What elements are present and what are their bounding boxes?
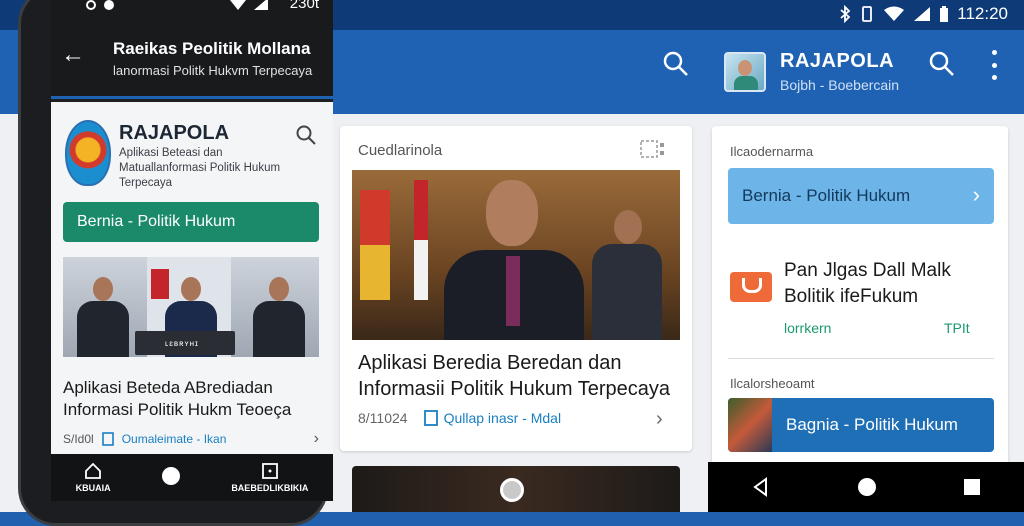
news-meta: S/Id0l Oumaleimate - Ikan ›	[63, 430, 319, 448]
bluetooth-icon	[840, 5, 851, 23]
wifi-icon	[230, 0, 246, 10]
back-triangle-icon[interactable]	[751, 477, 771, 497]
photo-caption: ʟɛʙʀʏʜɪ	[165, 339, 199, 348]
status-time: 112:20	[957, 4, 1008, 23]
category-button[interactable]: Bernia - Politik Hukum ›	[728, 168, 994, 224]
phone-app-header: ← Raeikas Peolitik Mollana lanormasi Pol…	[51, 19, 333, 99]
news-photo	[352, 170, 680, 340]
phone-bottom-nav: KBUAIA BAEBEDLIKBIKIA	[51, 454, 333, 501]
news-tag[interactable]: Qullap inasr - Mdal	[423, 410, 561, 426]
more-options-icon[interactable]	[986, 50, 1002, 80]
back-arrow-icon[interactable]: ←	[61, 41, 85, 69]
chevron-right-icon[interactable]: ›	[314, 430, 319, 448]
recents-square-icon[interactable]	[963, 478, 981, 496]
news-photo: ʟɛʙʀʏʜɪ	[63, 257, 319, 357]
news-title[interactable]: Aplikasi Beredia Beredan dan Informasii …	[358, 350, 688, 402]
shopping-bag-icon	[730, 272, 772, 302]
system-nav-bar	[708, 462, 1024, 512]
search-icon[interactable]	[662, 50, 690, 78]
home-button-icon[interactable]	[500, 478, 524, 502]
phone-screen: 230t ← Raeikas Peolitik Mollana lanormas…	[51, 0, 333, 501]
document-icon	[101, 432, 114, 446]
nav-item-categories[interactable]: BAEBEDLIKBIKIA	[231, 462, 308, 493]
home-icon	[85, 462, 102, 479]
grid-view-icon[interactable]	[640, 140, 666, 158]
profile-header[interactable]: RAJAPOLA Bojbh - Boebercain	[724, 50, 899, 93]
news-date: S/Id0l	[63, 432, 94, 446]
section-label: Ilcalorsheoamt	[730, 376, 815, 391]
article-title[interactable]: Pan Jlgas Dall Malk Bolitik ifeFukum	[784, 258, 994, 310]
nav-item-center[interactable]	[160, 465, 182, 490]
divider	[728, 358, 994, 359]
phone-device: 230t ← Raeikas Peolitik Mollana lanormas…	[18, 0, 333, 526]
battery-icon	[940, 6, 949, 22]
side-panel-card: Ilcaodernarma Bernia - Politik Hukum › P…	[712, 126, 1008, 466]
wifi-icon	[884, 6, 905, 21]
category-button[interactable]: Bagnia - Politik Hukum	[728, 398, 994, 452]
profile-subtitle: Bojbh - Boebercain	[780, 77, 900, 93]
notification-icon	[104, 0, 114, 10]
news-tag[interactable]: Oumaleimate - Ikan	[122, 432, 227, 446]
signal-icon	[914, 7, 931, 21]
brand-description: Aplikasi Beteasi dan Matuallanformasi Po…	[119, 147, 281, 189]
thumbnail	[728, 398, 772, 452]
home-circle-icon	[161, 467, 180, 485]
vibrate-icon	[862, 6, 873, 22]
category-button[interactable]: Bernia - Politik Hukum	[63, 202, 319, 242]
article-link[interactable]: lorrkern	[784, 320, 831, 336]
phone-header-subtitle: lanormasi Politk Hukvm Terpecaya	[113, 63, 313, 78]
news-date: 8/11024	[358, 410, 408, 426]
brand-name: RAJAPOLA	[119, 122, 230, 144]
phone-status-time: 230t	[289, 0, 319, 12]
document-icon	[423, 410, 438, 426]
phone-header-title: Raeikas Peolitik Mollana	[113, 39, 311, 58]
article-tag-link[interactable]: TPIt	[944, 320, 970, 336]
avatar[interactable]	[724, 51, 766, 92]
section-label: Ilcaodernarma	[730, 144, 814, 159]
chevron-right-icon[interactable]: ›	[656, 408, 663, 431]
search-icon[interactable]	[928, 50, 956, 78]
app-logo-icon	[65, 120, 111, 186]
card-section-label: Cuedlarinola	[358, 142, 443, 159]
news-meta: 8/11024 Qullap inasr - Mdal	[358, 410, 676, 426]
settings-icon	[86, 0, 96, 10]
chevron-right-icon: ›	[972, 182, 980, 207]
search-icon[interactable]	[295, 124, 317, 146]
profile-name: RAJAPOLA	[780, 50, 895, 72]
phone-content: RAJAPOLA Aplikasi Beteasi dan Matuallanf…	[51, 102, 333, 454]
news-title[interactable]: Aplikasi Beteda ABrediadan Informasi Pol…	[63, 377, 319, 421]
grid-icon	[261, 463, 278, 479]
news-card-featured[interactable]: Cuedlarinola Aplikasi Beredia Beredan da…	[340, 126, 692, 451]
signal-icon	[254, 0, 268, 10]
nav-item-home[interactable]: KBUAIA	[76, 462, 111, 493]
home-circle-icon[interactable]	[856, 476, 878, 498]
